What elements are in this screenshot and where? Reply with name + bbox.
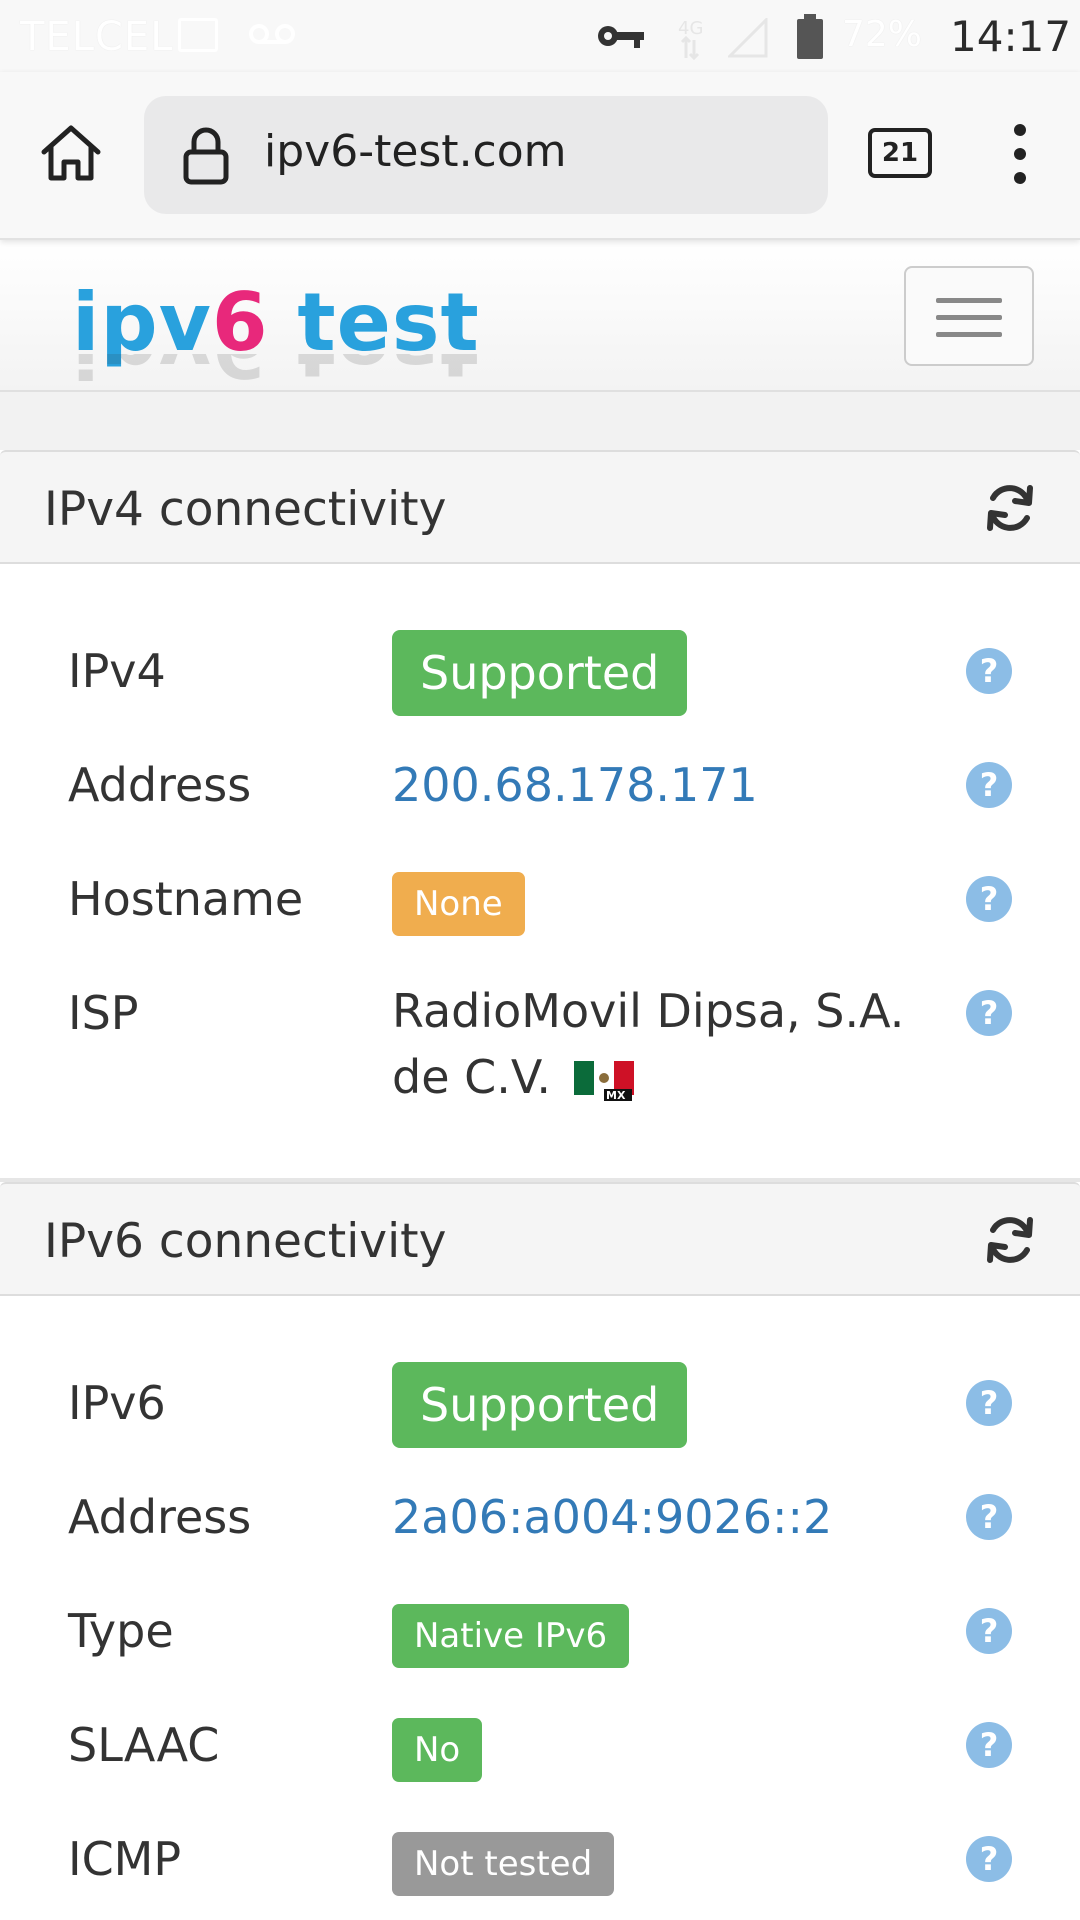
ipv6-address-link[interactable]: 2a06:a004:9026::2: [392, 1490, 832, 1544]
image-icon: [178, 18, 218, 52]
ipv6-panel-body: IPv6 Supported ? Address 2a06:a004:9026:…: [0, 1296, 1080, 1920]
help-icon[interactable]: ?: [966, 1494, 1012, 1540]
vpn-key-icon: [598, 26, 644, 48]
clock: 14:17: [950, 12, 1072, 61]
help-icon[interactable]: ?: [966, 990, 1012, 1036]
row-label: SLAAC: [68, 1718, 220, 1772]
refresh-icon[interactable]: [984, 482, 1036, 534]
row-label: IPv4: [68, 644, 166, 698]
logo-reflection: ipv6 test: [72, 354, 480, 394]
row-label: Type: [68, 1604, 174, 1658]
status-badge: Supported: [392, 1362, 688, 1448]
address-bar[interactable]: ipv6-test.com: [144, 96, 828, 214]
help-icon[interactable]: ?: [966, 762, 1012, 808]
battery-icon: [797, 14, 823, 59]
site-header: ipv6 test ipv6 test: [0, 240, 1080, 394]
carrier-name: TELCEL: [20, 14, 174, 60]
tab-switcher-button[interactable]: 21: [868, 128, 932, 178]
panel-title: IPv6 connectivity: [44, 1214, 447, 1269]
status-badge: Not tested: [392, 1832, 615, 1896]
ipv4-panel-body: IPv4 Supported ? Address 200.68.178.171 …: [0, 564, 1080, 1178]
mexico-flag-icon: MX: [573, 1060, 634, 1101]
row-label: IPv6: [68, 1376, 166, 1430]
more-menu-icon[interactable]: [1010, 124, 1030, 184]
url-text[interactable]: ipv6-test.com: [264, 126, 567, 177]
status-badge: No: [392, 1718, 483, 1782]
row-label: Hostname: [68, 872, 304, 926]
row-label: Address: [68, 1490, 252, 1544]
nav-menu-button[interactable]: [904, 266, 1034, 366]
refresh-icon[interactable]: [984, 1214, 1036, 1266]
battery-percent: 72%: [842, 14, 923, 55]
row-label: Address: [68, 758, 252, 812]
row-label: ISP: [68, 986, 139, 1040]
mobile-data-icon: 4G: [678, 18, 703, 60]
isp-value: RadioMovil Dipsa, S.A. de C.V. MX: [392, 978, 912, 1110]
help-icon[interactable]: ?: [966, 1836, 1012, 1882]
svg-text:4G: 4G: [678, 18, 703, 39]
status-badge: Supported: [392, 630, 688, 716]
voicemail-icon: [249, 24, 295, 44]
lock-icon[interactable]: [180, 126, 232, 186]
status-badge: None: [392, 872, 525, 936]
row-label: ICMP: [68, 1832, 182, 1886]
help-icon[interactable]: ?: [966, 1722, 1012, 1768]
ipv4-address-link[interactable]: 200.68.178.171: [392, 758, 758, 812]
panel-title: IPv4 connectivity: [44, 482, 447, 537]
status-bar: TELCEL 4G 72% 14:17: [0, 0, 1080, 72]
help-icon[interactable]: ?: [966, 1380, 1012, 1426]
ipv4-panel-header: IPv4 connectivity: [0, 450, 1080, 564]
home-icon[interactable]: [38, 120, 104, 186]
signal-icon: [728, 18, 768, 58]
isp-name: RadioMovil Dipsa, S.A. de C.V.: [392, 984, 905, 1104]
help-icon[interactable]: ?: [966, 876, 1012, 922]
flag-country-code: MX: [606, 1089, 626, 1101]
browser-toolbar: ipv6-test.com 21: [0, 72, 1080, 240]
help-icon[interactable]: ?: [966, 648, 1012, 694]
content-gap: [0, 392, 1080, 450]
ipv6-panel-header: IPv6 connectivity: [0, 1182, 1080, 1296]
help-icon[interactable]: ?: [966, 1608, 1012, 1654]
status-badge: Native IPv6: [392, 1604, 630, 1668]
